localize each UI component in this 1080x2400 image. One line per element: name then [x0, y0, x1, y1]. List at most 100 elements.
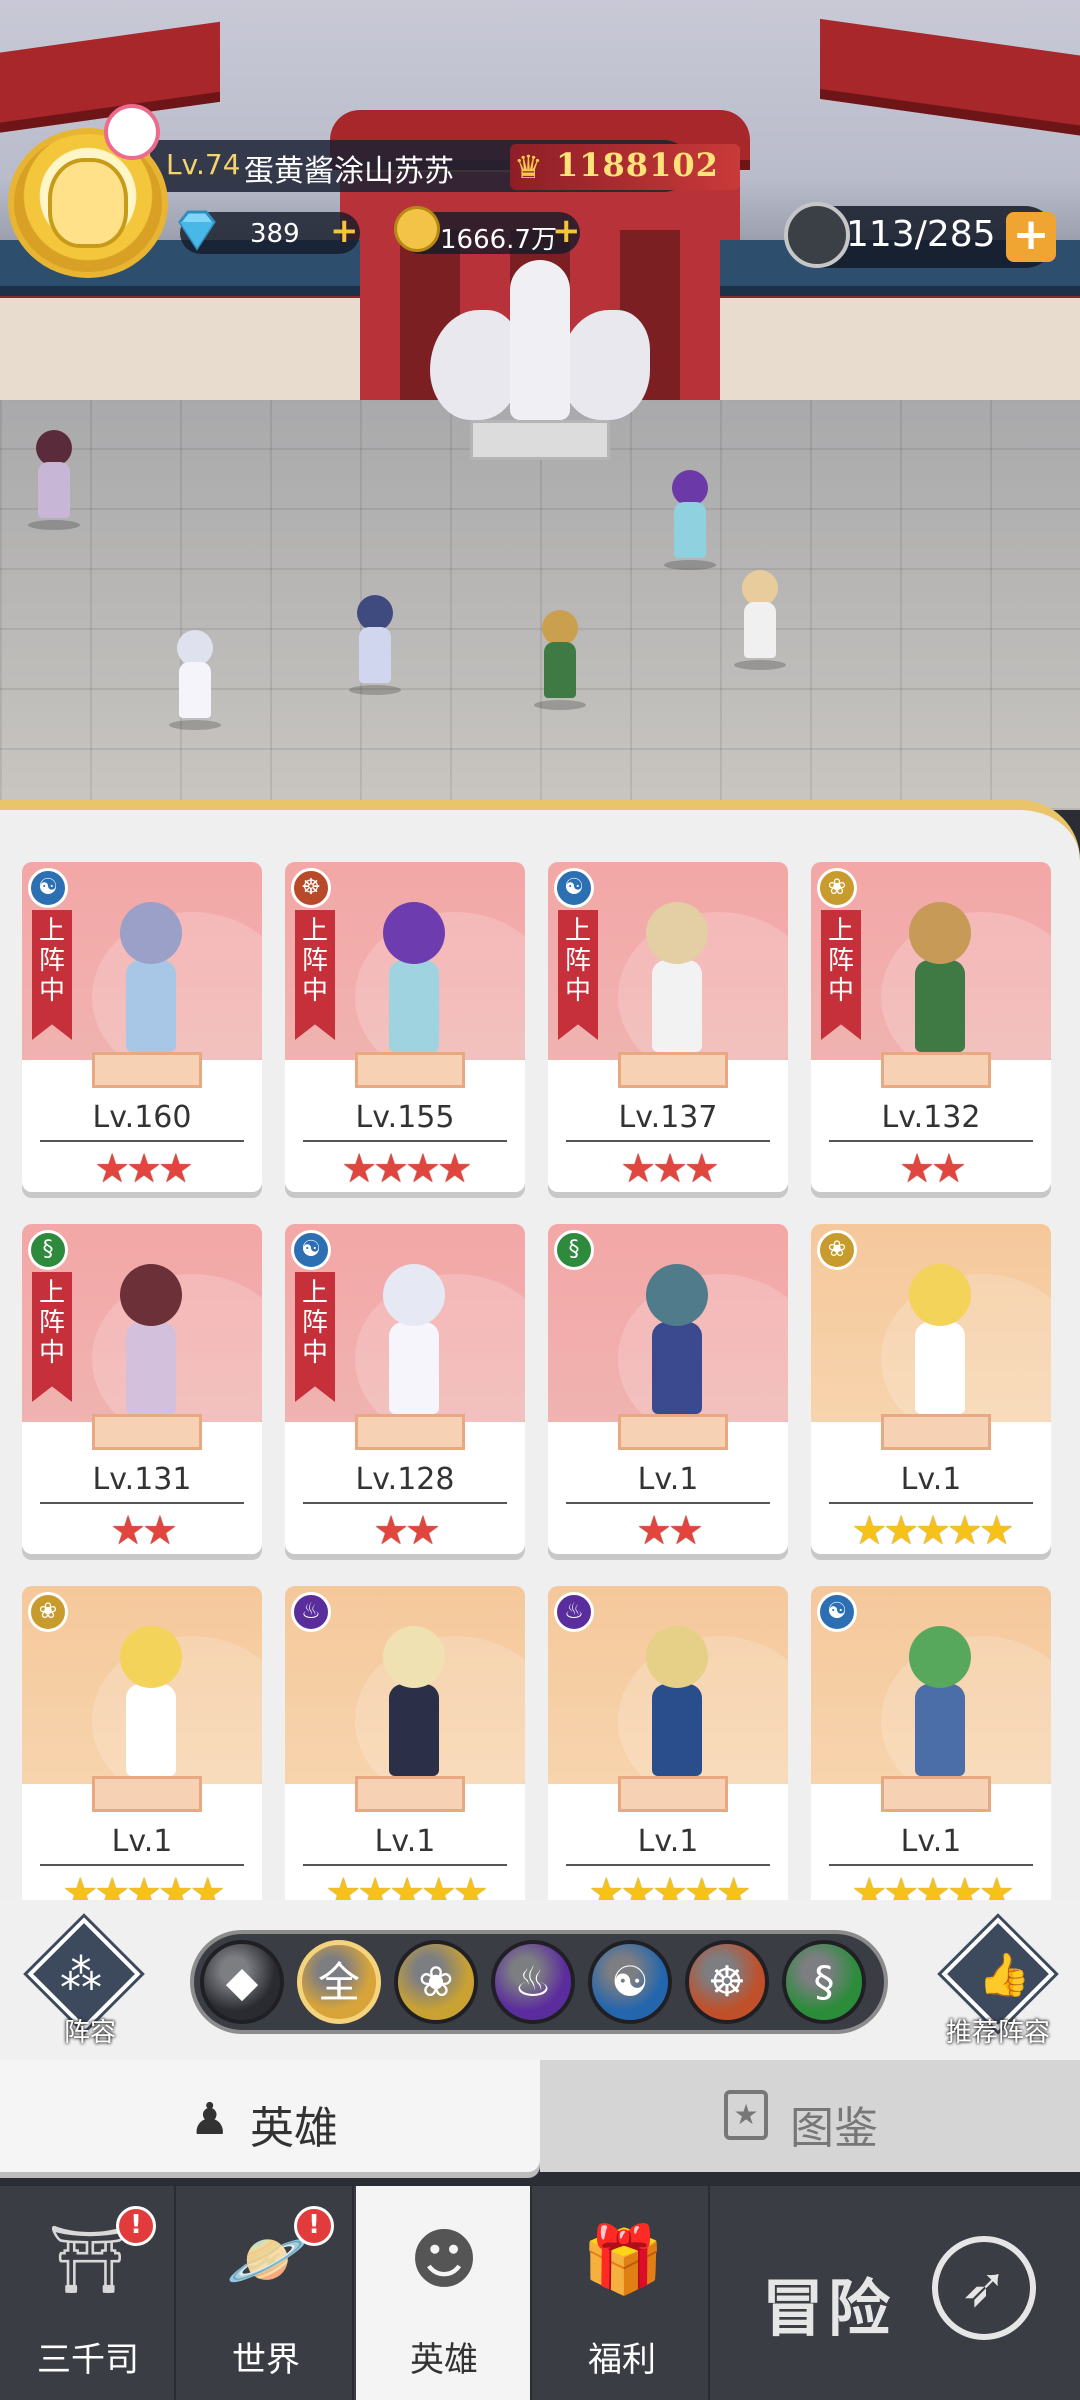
deployed-banner: 上 阵 中	[295, 1272, 335, 1402]
hero-level: Lv.1	[374, 1824, 436, 1859]
element-filter-all[interactable]: 全	[297, 1940, 381, 2024]
gold-value: 1666.7万	[440, 225, 557, 255]
lotus-icon: ❀	[817, 868, 857, 908]
element-filter-lotus[interactable]: ❀	[394, 1940, 478, 2024]
hero-portrait	[895, 1626, 985, 1786]
hero-card[interactable]: ❀ Lv.1 ★★★★★	[22, 1586, 262, 1905]
swirl-icon: ☯	[554, 868, 594, 908]
battle-scene	[0, 0, 1080, 810]
hero-card[interactable]: ♨ Lv.1 ★★★★★	[548, 1586, 788, 1905]
lotus-icon: ❀	[817, 1230, 857, 1270]
hero-portrait	[632, 1264, 722, 1424]
add-gems-button[interactable]: +	[330, 211, 359, 251]
stamina-icon	[784, 202, 850, 268]
hero-level: Lv.128	[355, 1462, 455, 1497]
swirl-icon: ☯	[28, 868, 68, 908]
notification-badge: !	[294, 2206, 334, 2246]
hero-sprite[interactable]	[730, 570, 790, 670]
element-filter-flame[interactable]: ♨	[491, 1940, 575, 2024]
hero-portrait	[632, 902, 722, 1062]
hero-card[interactable]: § Lv.1 ★★	[548, 1224, 788, 1554]
gem-value: 389	[250, 219, 300, 249]
hero-portrait	[106, 902, 196, 1062]
tab-codex-label: 图鉴	[790, 2103, 878, 2154]
hero-card[interactable]: ☸ 上 阵 中 Lv.155 ★★★★	[285, 862, 525, 1192]
hero-portrait	[369, 902, 459, 1062]
add-gold-button[interactable]: +	[552, 211, 581, 251]
nav-sanqiansi-label: 三千司	[37, 2340, 139, 2380]
deployed-banner: 上 阵 中	[295, 910, 335, 1040]
tab-hero[interactable]: ♟ 英雄	[0, 2060, 540, 2172]
hero-level: Lv.160	[92, 1100, 192, 1135]
compass-icon: ➶	[932, 2236, 1036, 2340]
nav-hero[interactable]: ☻ 英雄	[356, 2186, 532, 2400]
hero-level: Lv.155	[355, 1100, 455, 1135]
gift-box-icon: 🎁	[582, 2221, 665, 2298]
element-filter-dna[interactable]: §	[782, 1940, 866, 2024]
hero-level: Lv.137	[618, 1100, 718, 1135]
nav-sanqiansi[interactable]: ⛩ ! 三千司	[0, 2186, 176, 2400]
hero-card[interactable]: ♨ Lv.1 ★★★★★	[285, 1586, 525, 1905]
temple-roof-right	[820, 18, 1080, 142]
divider	[303, 1502, 507, 1504]
divider	[303, 1864, 507, 1866]
element-filter-meditate[interactable]: ☸	[685, 1940, 769, 2024]
divider	[303, 1140, 507, 1142]
hero-head-icon: ☻	[409, 2221, 479, 2298]
element-filter-swirl[interactable]: ☯	[588, 1940, 672, 2024]
hero-card[interactable]: ❀ Lv.1 ★★★★★	[811, 1224, 1051, 1554]
player-name: 蛋黄酱涂山苏苏	[244, 154, 454, 189]
hero-sprite[interactable]	[530, 610, 590, 710]
hero-card[interactable]: § 上 阵 中 Lv.131 ★★	[22, 1224, 262, 1554]
element-filter-diamond[interactable]: ◆	[200, 1940, 284, 2024]
hero-card[interactable]: ☯ 上 阵 中 Lv.128 ★★	[285, 1224, 525, 1554]
nav-world[interactable]: 🪐 ! 世界	[178, 2186, 354, 2400]
divider	[566, 1140, 770, 1142]
divider	[40, 1140, 244, 1142]
diamond-icon	[178, 210, 216, 251]
hero-portrait	[369, 1626, 459, 1786]
lineup-button[interactable]: ⁂ 阵容	[27, 1917, 150, 2048]
hero-sprite[interactable]	[345, 595, 405, 695]
thumbs-up-icon: 👍	[978, 1950, 1031, 1999]
hero-portrait	[106, 1626, 196, 1786]
nav-adventure[interactable]: 冒险 ➶	[712, 2186, 1080, 2400]
player-level: Lv.74	[166, 148, 241, 181]
meditate-icon: ☸	[291, 868, 331, 908]
stone-courtyard	[0, 400, 1080, 810]
hero-card[interactable]: ❀ 上 阵 中 Lv.132 ★★	[811, 862, 1051, 1192]
deployed-banner: 上 阵 中	[821, 910, 861, 1040]
hero-silhouette-icon: ♟	[190, 2094, 230, 2145]
lineup-label: 阵容	[63, 2018, 116, 2048]
dna-icon: §	[28, 1230, 68, 1270]
tab-codex[interactable]: ★ 图鉴	[540, 2060, 1080, 2172]
hero-level: Lv.131	[92, 1462, 192, 1497]
hero-sprite[interactable]	[660, 470, 720, 570]
recommended-lineup-button[interactable]: 👍 推荐阵容	[928, 1917, 1068, 2048]
hero-level: Lv.1	[900, 1462, 962, 1497]
divider	[566, 1502, 770, 1504]
gold-coin-icon	[394, 206, 440, 252]
courtyard-wall-right	[720, 290, 1080, 410]
divider	[829, 1864, 1033, 1866]
hero-level: Lv.1	[637, 1462, 699, 1497]
swirl-icon: ☯	[817, 1592, 857, 1632]
hero-sprite[interactable]	[24, 430, 84, 530]
hero-stars: ★★	[110, 1508, 178, 1554]
nav-welfare[interactable]: 🎁 福利	[534, 2186, 710, 2400]
lotus-icon: ❀	[28, 1592, 68, 1632]
dna-icon: §	[554, 1230, 594, 1270]
hero-card[interactable]: ☯ 上 阵 中 Lv.137 ★★★	[548, 862, 788, 1192]
add-stamina-button[interactable]: +	[1006, 212, 1056, 262]
swirl-icon: ☯	[291, 1230, 331, 1270]
deployed-banner: 上 阵 中	[558, 910, 598, 1040]
recommended-lineup-label: 推荐阵容	[945, 2018, 1050, 2048]
hero-card[interactable]: ☯ Lv.1 ★★★★★	[811, 1586, 1051, 1905]
hero-card[interactable]: ☯ 上 阵 中 Lv.160 ★★★	[22, 862, 262, 1192]
hero-sprite[interactable]	[165, 630, 225, 730]
hero-portrait	[895, 902, 985, 1062]
player-avatar[interactable]	[8, 104, 168, 278]
hero-level: Lv.1	[637, 1824, 699, 1859]
hero-stars: ★★	[373, 1508, 441, 1554]
nav-world-label: 世界	[232, 2340, 300, 2380]
